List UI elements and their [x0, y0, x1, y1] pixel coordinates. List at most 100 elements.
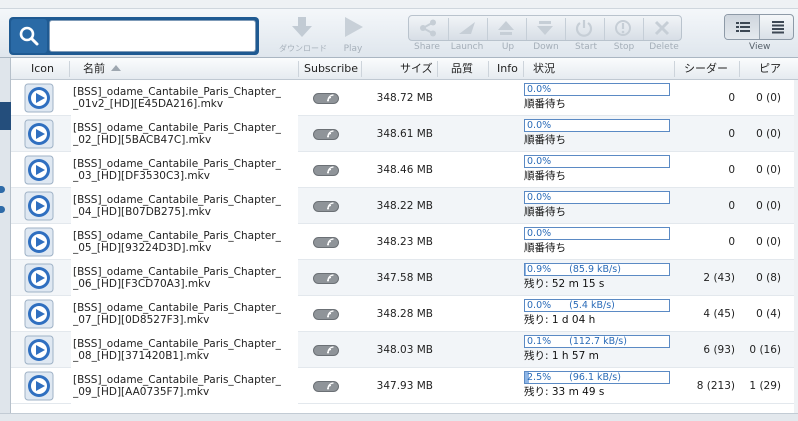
download-speed: (112.7 kB/s) — [569, 336, 627, 347]
progress-bar: 0.0% — [524, 191, 670, 204]
progress-fill — [525, 264, 526, 275]
detail-list-icon — [736, 22, 750, 32]
rss-subscribe-icon[interactable] — [313, 345, 339, 356]
table-row[interactable]: [BSS]_odame_Cantabile_Paris_Chapter_ _08… — [11, 332, 798, 368]
table-row[interactable]: [BSS]_odame_Cantabile_Paris_Chapter_ _04… — [11, 188, 798, 224]
peers-count: 1 (29) — [749, 380, 781, 392]
download-speed: (5.4 kB/s) — [569, 300, 615, 311]
media-file-icon — [24, 191, 54, 221]
torrent-name-line1: [BSS]_odame_Cantabile_Paris_Chapter_ — [73, 338, 281, 350]
media-file-icon — [24, 119, 54, 149]
compact-view-button[interactable] — [760, 15, 795, 39]
up-icon — [498, 21, 514, 35]
delete-button[interactable] — [643, 16, 682, 42]
torrent-client-window: ダウンロード Play Share Launch Up Down Start S… — [0, 0, 798, 421]
rss-subscribe-icon[interactable] — [313, 129, 339, 140]
progress-text: 0.0% (5.4 kB/s) — [527, 300, 615, 311]
play-label: Play — [343, 44, 363, 54]
up-button[interactable] — [487, 16, 526, 42]
start-button[interactable] — [565, 16, 604, 42]
table-row[interactable]: [BSS]_odame_Cantabile_Paris_Chapter_ _09… — [11, 368, 798, 404]
table-row[interactable]: [BSS]_odame_Cantabile_Paris_Chapter_ _07… — [11, 296, 798, 332]
media-file-icon — [24, 227, 54, 257]
down-icon — [537, 21, 553, 35]
progress-text: 0.0% — [527, 192, 569, 203]
col-icon[interactable]: Icon — [31, 58, 54, 80]
torrent-name-line2: _02_[HD][5BACB47C].mkv — [73, 134, 212, 146]
rss-subscribe-icon[interactable] — [313, 309, 339, 320]
progress-bar: 2.5% (96.1 kB/s) — [524, 371, 670, 384]
down-button[interactable] — [526, 16, 565, 42]
progress-text: 0.0% — [527, 84, 569, 95]
download-label: ダウンロード — [279, 44, 327, 53]
torrent-name-line1: [BSS]_odame_Cantabile_Paris_Chapter_ — [73, 86, 281, 98]
col-name[interactable]: 名前 — [83, 58, 121, 80]
torrent-name-line2: _06_[HD][F3CD70A3].mkv — [73, 278, 211, 290]
list-view-button[interactable] — [725, 15, 760, 39]
play-button[interactable]: Play — [330, 11, 376, 57]
table-row[interactable]: [BSS]_odame_Cantabile_Paris_Chapter_ _02… — [11, 116, 798, 152]
download-icon — [292, 17, 312, 37]
torrent-name-line2: _03_[HD][DF3530C3].mkv — [73, 170, 210, 182]
download-speed: (96.1 kB/s) — [569, 372, 621, 383]
torrent-name: [BSS]_odame_Cantabile_Paris_Chapter_ _09… — [73, 374, 298, 410]
torrent-name-line1: [BSS]_odame_Cantabile_Paris_Chapter_ — [73, 122, 281, 134]
table-row[interactable]: [BSS]_odame_Cantabile_Paris_Chapter_ _01… — [11, 80, 798, 116]
col-info[interactable]: Info — [497, 58, 518, 80]
torrent-name-line2: _08_[HD][371420B1].mkv — [73, 350, 210, 362]
view-label: View — [749, 42, 771, 52]
rss-subscribe-icon[interactable] — [313, 93, 339, 104]
search-button[interactable] — [11, 19, 47, 53]
progress-bar: 0.0% (5.4 kB/s) — [524, 299, 670, 312]
col-name-label: 名前 — [83, 62, 105, 75]
progress-percent: 0.1% — [527, 336, 552, 347]
progress-bar: 0.0% — [524, 119, 670, 132]
torrent-name-line1: [BSS]_odame_Cantabile_Paris_Chapter_ — [73, 158, 281, 170]
progress-percent: 0.9% — [527, 264, 552, 275]
rss-subscribe-icon[interactable] — [313, 201, 339, 212]
download-button[interactable]: ダウンロード — [279, 11, 327, 57]
media-file-icon — [24, 335, 54, 365]
progress-bar: 0.0% — [524, 83, 670, 96]
stop-button[interactable] — [604, 16, 643, 42]
search-icon — [19, 26, 39, 46]
share-icon — [420, 19, 436, 37]
vertical-scrollbar[interactable] — [794, 80, 798, 413]
col-status[interactable]: 状況 — [533, 58, 555, 80]
col-quality[interactable]: 品質 — [451, 58, 473, 80]
table-header: Icon 名前 Subscribe サイズ 品質 Info 状況 シーダー ピア — [11, 58, 798, 80]
progress-text: 0.0% — [527, 120, 569, 131]
rss-subscribe-icon[interactable] — [313, 237, 339, 248]
menu-strip — [0, 0, 798, 9]
table-row[interactable]: [BSS]_odame_Cantabile_Paris_Chapter_ _05… — [11, 224, 798, 260]
torrent-name-line2: _01v2_[HD][E45DA216].mkv — [73, 98, 224, 110]
play-icon — [345, 17, 363, 37]
col-subscribe[interactable]: Subscribe — [304, 58, 358, 80]
launch-label: Launch — [450, 42, 484, 52]
progress-text: 0.0% — [527, 156, 569, 167]
col-size[interactable]: サイズ — [400, 58, 433, 80]
col-peers[interactable]: ピア — [759, 58, 781, 80]
progress-bar: 0.0% — [524, 227, 670, 240]
launch-button[interactable] — [448, 16, 487, 42]
table-row[interactable]: [BSS]_odame_Cantabile_Paris_Chapter_ _03… — [11, 152, 798, 188]
torrent-name-line2: _09_[HD][AA0735F7].mkv — [73, 386, 210, 398]
progress-text: 0.9% (85.9 kB/s) — [527, 264, 621, 275]
media-file-icon — [24, 83, 54, 113]
rss-subscribe-icon[interactable] — [313, 381, 339, 392]
share-button[interactable] — [409, 16, 448, 42]
progress-bar: 0.1% (112.7 kB/s) — [524, 335, 670, 348]
download-speed: (85.9 kB/s) — [569, 264, 621, 275]
table-row[interactable]: [BSS]_odame_Cantabile_Paris_Chapter_ _06… — [11, 260, 798, 296]
search-input[interactable] — [49, 20, 256, 52]
media-file-icon — [24, 299, 54, 329]
progress-bar: 0.9% (85.9 kB/s) — [524, 263, 670, 276]
sidebar-strip — [0, 58, 11, 413]
rss-subscribe-icon[interactable] — [313, 165, 339, 176]
delete-icon — [654, 20, 670, 36]
col-seeders[interactable]: シーダー — [684, 58, 728, 80]
rss-subscribe-icon[interactable] — [313, 273, 339, 284]
progress-percent: 0.0% — [527, 228, 552, 239]
view-toggle — [724, 14, 794, 40]
torrent-name-line1: [BSS]_odame_Cantabile_Paris_Chapter_ — [73, 374, 281, 386]
